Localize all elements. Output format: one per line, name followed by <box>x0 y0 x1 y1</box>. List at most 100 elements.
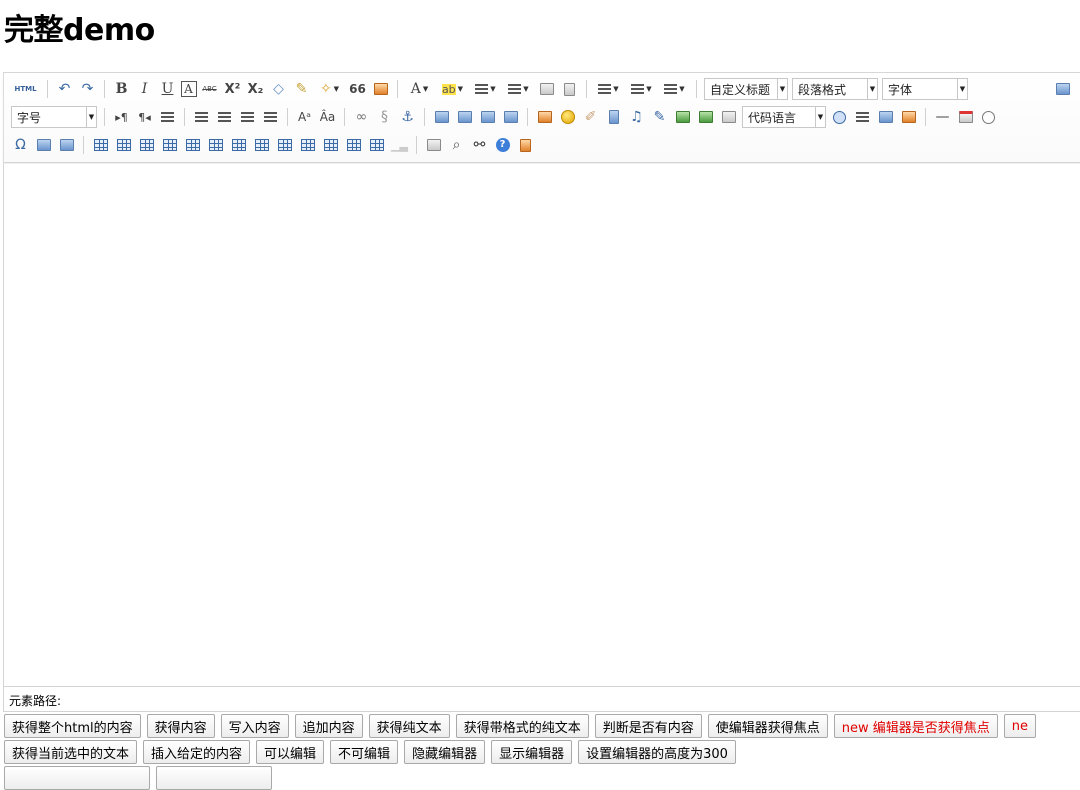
insert-row-icon[interactable] <box>160 135 180 155</box>
row3-button-2[interactable] <box>156 766 272 790</box>
tolowercase-icon[interactable]: Âa <box>318 107 338 127</box>
horizontal-rule-icon[interactable]: — <box>933 107 953 127</box>
align-center-icon[interactable] <box>215 107 235 127</box>
get-plain-text-button[interactable]: 获得纯文本 <box>368 714 450 738</box>
touppercase-icon[interactable]: Aᵃ <box>295 107 315 127</box>
search-replace-icon[interactable]: ⚯ <box>470 135 490 155</box>
date-icon[interactable] <box>956 107 976 127</box>
time-icon[interactable] <box>979 107 999 127</box>
insert-col-icon[interactable] <box>206 135 226 155</box>
bold-button[interactable]: B <box>112 79 132 99</box>
word-image-icon[interactable] <box>57 135 77 155</box>
special-chars-button[interactable]: Ω <box>11 135 31 155</box>
subscript-button[interactable]: X₂ <box>246 79 266 99</box>
show-editor-button[interactable]: 显示编辑器 <box>491 740 573 764</box>
blockquote-button[interactable]: 66 <box>348 79 368 99</box>
template-icon[interactable] <box>876 107 896 127</box>
link-icon[interactable]: ∞ <box>352 107 372 127</box>
delete-col-icon[interactable] <box>229 135 249 155</box>
fullscreen-icon[interactable] <box>1053 79 1073 99</box>
split-to-cells-icon[interactable] <box>321 135 341 155</box>
webapp-icon[interactable] <box>830 107 850 127</box>
undo-icon[interactable]: ↶ <box>55 79 75 99</box>
pagebreak-icon[interactable] <box>853 107 873 127</box>
preview-icon[interactable]: ⌕ <box>447 135 467 155</box>
underline-button[interactable]: U <box>158 79 178 99</box>
row-spacing-top-button[interactable]: ▼ <box>594 79 624 99</box>
backcolor-button[interactable]: ab ▼ <box>438 79 468 99</box>
paste-plain-icon[interactable] <box>371 79 391 99</box>
get-all-html-button[interactable]: 获得整个html的内容 <box>4 714 141 738</box>
select-all-icon[interactable] <box>537 79 557 99</box>
merge-down-icon[interactable] <box>298 135 318 155</box>
autotypeset-button[interactable]: ✧ ▼ <box>315 79 345 99</box>
rtl-direction-icon[interactable]: ¶◂ <box>135 107 155 127</box>
charts-icon[interactable]: ▁▃ <box>390 135 410 155</box>
indent-icon[interactable] <box>158 107 178 127</box>
split-to-rows-icon[interactable] <box>344 135 364 155</box>
insert-frame-icon[interactable] <box>719 107 739 127</box>
insert-html-button[interactable]: 插入给定的内容 <box>143 740 251 764</box>
strikethrough-button[interactable]: ABC <box>200 79 220 99</box>
fontsize-select[interactable]: 字号 ▼ <box>11 106 97 128</box>
unlink-icon[interactable]: § <box>375 107 395 127</box>
insert-paragraph-before-table-icon[interactable] <box>137 135 157 155</box>
hide-editor-button[interactable]: 隐藏编辑器 <box>404 740 486 764</box>
attachment-icon[interactable]: ✎ <box>650 107 670 127</box>
merge-right-icon[interactable] <box>275 135 295 155</box>
format-brush-icon[interactable]: ✎ <box>292 79 312 99</box>
ordered-list-button[interactable]: ▼ <box>471 79 501 99</box>
align-justify-icon[interactable] <box>261 107 281 127</box>
unordered-list-button[interactable]: ▼ <box>504 79 534 99</box>
new-blur-button[interactable]: ne <box>1003 714 1036 738</box>
fontfamily-select[interactable]: 字体 ▼ <box>882 78 968 100</box>
delete-table-icon[interactable] <box>114 135 134 155</box>
set-disabled-button[interactable]: 不可编辑 <box>330 740 399 764</box>
get-content-button[interactable]: 获得内容 <box>146 714 215 738</box>
forecolor-button[interactable]: A ▼ <box>405 79 435 99</box>
image-left-icon[interactable] <box>455 107 475 127</box>
row3-button-1[interactable] <box>4 766 150 790</box>
superscript-button[interactable]: X² <box>223 79 243 99</box>
fontborder-button[interactable]: A <box>180 81 197 97</box>
merge-cells-icon[interactable] <box>252 135 272 155</box>
italic-button[interactable]: I <box>135 79 155 99</box>
scrawl-icon[interactable]: ✐ <box>581 107 601 127</box>
print-icon[interactable] <box>424 135 444 155</box>
customstyle-select[interactable]: 自定义标题 ▼ <box>704 78 788 100</box>
has-content-button[interactable]: 判断是否有内容 <box>594 714 702 738</box>
clear-document-icon[interactable] <box>560 79 580 99</box>
insert-video-icon[interactable] <box>604 107 624 127</box>
music-icon[interactable]: ♫ <box>627 107 647 127</box>
image-none-icon[interactable] <box>432 107 452 127</box>
editor-content-area[interactable] <box>4 164 1080 686</box>
get-selected-text-button[interactable]: 获得当前选中的文本 <box>4 740 138 764</box>
append-content-button[interactable]: 追加内容 <box>294 714 363 738</box>
set-focus-button[interactable]: 使编辑器获得焦点 <box>707 714 828 738</box>
split-to-cols-icon[interactable] <box>367 135 387 155</box>
align-left-icon[interactable] <box>192 107 212 127</box>
gmap-icon[interactable] <box>696 107 716 127</box>
set-enabled-button[interactable]: 可以编辑 <box>256 740 325 764</box>
set-height-button[interactable]: 设置编辑器的高度为300 <box>578 740 736 764</box>
set-content-button[interactable]: 写入内容 <box>220 714 289 738</box>
is-focus-button[interactable]: new 编辑器是否获得焦点 <box>833 714 998 738</box>
insert-table-icon[interactable] <box>91 135 111 155</box>
paragraph-select[interactable]: 段落格式 ▼ <box>792 78 878 100</box>
emotion-icon[interactable] <box>558 107 578 127</box>
image-right-icon[interactable] <box>478 107 498 127</box>
snapscreen-icon[interactable] <box>34 135 54 155</box>
help-icon[interactable]: ? <box>493 135 513 155</box>
align-right-icon[interactable] <box>238 107 258 127</box>
anchor-icon[interactable]: ⚓ <box>398 107 418 127</box>
background-icon[interactable] <box>899 107 919 127</box>
ltr-direction-icon[interactable]: ▸¶ <box>112 107 132 127</box>
line-height-button[interactable]: ▼ <box>660 79 690 99</box>
image-center-icon[interactable] <box>501 107 521 127</box>
eraser-icon[interactable]: ◇ <box>269 79 289 99</box>
drafts-icon[interactable] <box>516 135 536 155</box>
row-spacing-bottom-button[interactable]: ▼ <box>627 79 657 99</box>
source-html-button[interactable]: HTML <box>11 79 41 99</box>
codelanguage-select[interactable]: 代码语言 ▼ <box>742 106 826 128</box>
simple-upload-icon[interactable] <box>535 107 555 127</box>
